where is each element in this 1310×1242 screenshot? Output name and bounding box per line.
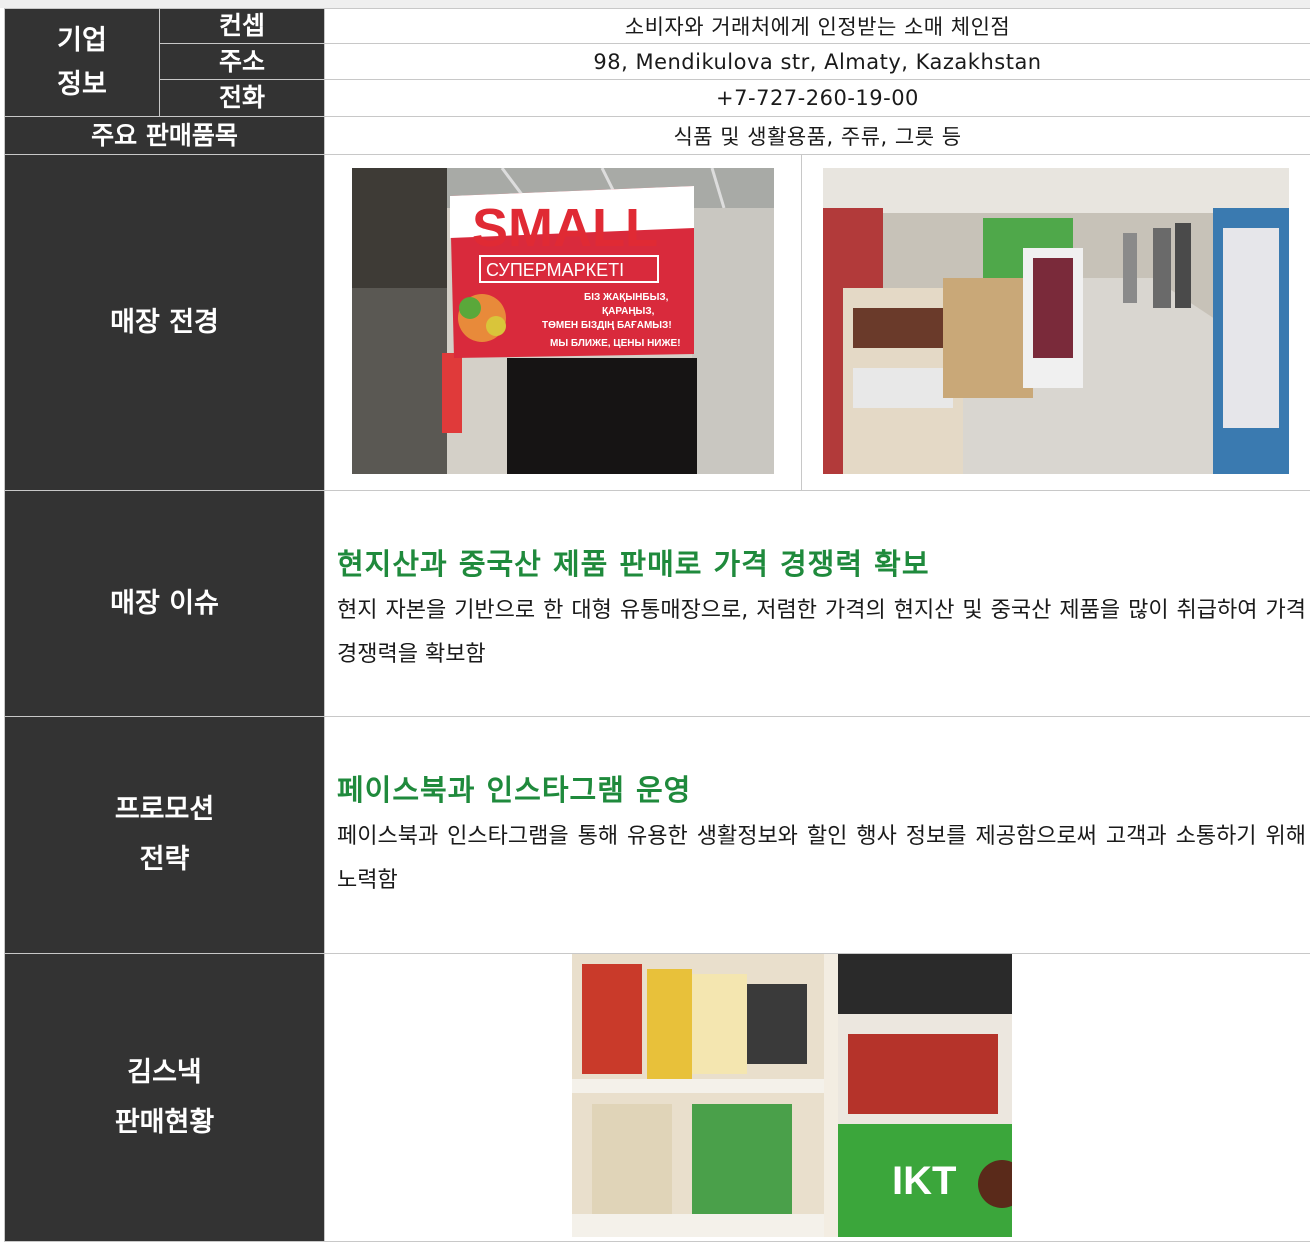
store-issue-label: 매장 이슈	[5, 491, 325, 717]
snack-status-label-line1: 김스낵	[5, 1048, 324, 1098]
store-issue-row: 매장 이슈 현지산과 중국산 제품 판매로 가격 경쟁력 확보 현지 자본을 기…	[5, 491, 1310, 717]
store-interior-photo-cell	[802, 155, 1310, 491]
address-row: 주소 98, Mendikulova str, Almaty, Kazakhst…	[5, 44, 1310, 80]
promotion-label-line1: 프로모션	[5, 785, 324, 835]
store-issue-content: 현지산과 중국산 제품 판매로 가격 경쟁력 확보 현지 자본을 기반으로 한 …	[325, 491, 1310, 717]
main-items-row: 주요 판매품목 식품 및 생활용품, 주류, 그릇 등	[5, 117, 1310, 155]
snack-status-row: 김스낵 판매현황	[5, 954, 1310, 1242]
group-label-line2: 정보	[5, 63, 159, 107]
store-view-row: 매장 전경 SMALL	[5, 155, 1310, 491]
promotion-body: 페이스북과 인스타그램을 통해 유용한 생활정보와 할인 행사 정보를 제공함으…	[337, 815, 1310, 903]
snack-status-label: 김스낵 판매현황	[5, 954, 325, 1242]
sign-subtitle-text: СУПЕРМАРКЕТІ	[486, 260, 624, 280]
address-label: 주소	[160, 44, 325, 80]
company-info-table: 기업 정보 컨셉 소비자와 거래처에게 인정받는 소매 체인점 주소 98, M…	[4, 8, 1310, 1242]
concept-value: 소비자와 거래처에게 인정받는 소매 체인점	[325, 9, 1310, 44]
phone-row: 전화 +7-727-260-19-00	[5, 80, 1310, 117]
address-value: 98, Mendikulova str, Almaty, Kazakhstan	[325, 44, 1310, 80]
sign-line1: БІЗ ЖАҚЫНБЫЗ,	[584, 292, 669, 303]
phone-value: +7-727-260-19-00	[325, 80, 1310, 117]
sign-line3: ТӨМЕН БІЗДІҢ БАҒАМЫЗ!	[542, 320, 672, 331]
promotion-label-line2: 전략	[5, 835, 324, 885]
store-interior-photo	[823, 168, 1289, 474]
storefront-photo: SMALL СУПЕРМАРКЕТІ БІЗ ЖАҚЫНБЫЗ, ҚАРАҢЫЗ…	[352, 168, 774, 474]
shelf-sign-text: IKT	[892, 1159, 956, 1203]
sign-brand-text: SMALL	[472, 198, 658, 258]
phone-label: 전화	[160, 80, 325, 117]
concept-row: 기업 정보 컨셉 소비자와 거래처에게 인정받는 소매 체인점	[5, 9, 1310, 44]
snack-shelf-photo: IKT	[572, 954, 1012, 1237]
promotion-content: 페이스북과 인스타그램 운영 페이스북과 인스타그램을 통해 유용한 생활정보와…	[325, 717, 1310, 954]
sign-line2: ҚАРАҢЫЗ,	[602, 306, 655, 317]
promotion-label: 프로모션 전략	[5, 717, 325, 954]
snack-status-label-line2: 판매현황	[5, 1098, 324, 1148]
group-label-line1: 기업	[5, 19, 159, 63]
snack-photo-cell: IKT	[325, 954, 1310, 1242]
store-issue-body: 현지 자본을 기반으로 한 대형 유통매장으로, 저렴한 가격의 현지산 및 중…	[337, 589, 1310, 677]
top-strip	[0, 0, 1310, 8]
main-items-label: 주요 판매품목	[5, 117, 325, 155]
sign-line4: МЫ БЛИЖЕ, ЦЕНЫ НИЖЕ!	[550, 338, 681, 349]
promotion-title: 페이스북과 인스타그램 운영	[337, 767, 1310, 809]
company-info-group-label: 기업 정보	[5, 9, 160, 117]
store-issue-title: 현지산과 중국산 제품 판매로 가격 경쟁력 확보	[337, 541, 1310, 583]
main-items-value: 식품 및 생활용품, 주류, 그릇 등	[325, 117, 1310, 155]
store-view-label: 매장 전경	[5, 155, 325, 491]
concept-label: 컨셉	[160, 9, 325, 44]
storefront-photo-cell: SMALL СУПЕРМАРКЕТІ БІЗ ЖАҚЫНБЫЗ, ҚАРАҢЫЗ…	[325, 155, 802, 491]
promotion-row: 프로모션 전략 페이스북과 인스타그램 운영 페이스북과 인스타그램을 통해 유…	[5, 717, 1310, 954]
